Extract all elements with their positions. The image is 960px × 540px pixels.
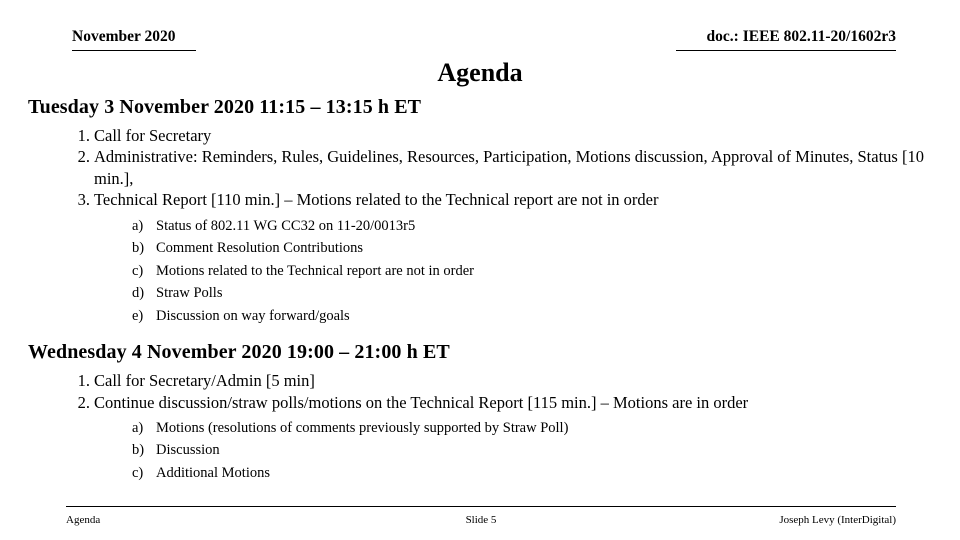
list-marker: b)	[132, 442, 145, 459]
header-doc-id: doc.: IEEE 802.11-20/1602r3	[706, 28, 896, 45]
list-text: Motions (resolutions of comments previou…	[156, 419, 569, 436]
slide-footer: Agenda Slide 5 Joseph Levy (InterDigital…	[66, 514, 896, 526]
list-text: Comment Resolution Contributions	[156, 240, 364, 257]
list-item: b) Discussion	[94, 439, 928, 461]
list-item: a) Motions (resolutions of comments prev…	[94, 417, 928, 439]
footer-slide-number: Slide 5	[465, 514, 497, 526]
list-marker: 3.	[77, 190, 90, 210]
list-text: Administrative: Reminders, Rules, Guidel…	[94, 147, 924, 188]
list-item: a) Status of 802.11 WG CC32 on 11-20/001…	[94, 215, 928, 237]
agenda-sublist: a) Motions (resolutions of comments prev…	[94, 417, 928, 484]
list-text: Technical Report [110 min.] – Motions re…	[94, 190, 659, 210]
footer-rule	[66, 506, 896, 507]
list-marker: a)	[132, 419, 144, 436]
list-marker: c)	[132, 262, 144, 279]
sublist-wrapper: a) Status of 802.11 WG CC32 on 11-20/001…	[94, 215, 928, 327]
list-marker: e)	[132, 307, 144, 324]
list-marker: 1.	[77, 371, 90, 391]
section-heading: Wednesday 4 November 2020 19:00 – 21:00 …	[28, 341, 450, 364]
header-rule-right	[676, 50, 896, 51]
list-item: d) Straw Polls	[94, 282, 928, 304]
list-text: Motions related to the Technical report …	[156, 262, 475, 279]
list-item: 1. Call for Secretary	[28, 125, 928, 146]
agenda-body: Tuesday 3 November 2020 11:15 – 13:15 h …	[28, 96, 928, 488]
list-marker: a)	[132, 217, 144, 234]
page-title: Agenda	[437, 58, 523, 87]
list-text: Additional Motions	[156, 464, 270, 481]
footer-author: Joseph Levy (InterDigital)	[779, 514, 896, 526]
list-marker: 2.	[77, 147, 90, 167]
list-marker: 1.	[77, 126, 90, 145]
agenda-sublist: a) Status of 802.11 WG CC32 on 11-20/001…	[94, 215, 928, 327]
list-item: c) Additional Motions	[94, 462, 928, 484]
sublist-wrapper: a) Motions (resolutions of comments prev…	[94, 417, 928, 484]
list-text: Discussion	[156, 442, 220, 459]
list-marker: 2.	[77, 392, 90, 412]
list-text: Continue discussion/straw polls/motions …	[94, 392, 749, 412]
slide-header: November 2020 doc.: IEEE 802.11-20/1602r…	[72, 28, 896, 46]
list-item: 2. Continue discussion/straw polls/motio…	[28, 392, 928, 485]
header-date: November 2020	[72, 28, 176, 45]
list-text: Discussion on way forward/goals	[156, 307, 350, 324]
header-rule-left	[72, 50, 196, 51]
agenda-list-wednesday: 1. Call for Secretary/Admin [5 min] 2. C…	[28, 370, 928, 484]
list-marker: c)	[132, 464, 144, 481]
agenda-list-tuesday: 1. Call for Secretary 2. Administrative:…	[28, 125, 928, 327]
agenda-section-tuesday: Tuesday 3 November 2020 11:15 – 13:15 h …	[28, 96, 928, 327]
list-item: 3. Technical Report [110 min.] – Motions…	[28, 189, 928, 327]
list-marker: d)	[132, 285, 145, 302]
list-item: 1. Call for Secretary/Admin [5 min]	[28, 370, 928, 391]
list-item: b) Comment Resolution Contributions	[94, 237, 928, 259]
list-item: c) Motions related to the Technical repo…	[94, 260, 928, 282]
list-item: e) Discussion on way forward/goals	[94, 305, 928, 327]
section-heading: Tuesday 3 November 2020 11:15 – 13:15 h …	[28, 96, 422, 118]
list-item: 2. Administrative: Reminders, Rules, Gui…	[28, 146, 928, 189]
slide: November 2020 doc.: IEEE 802.11-20/1602r…	[0, 0, 960, 540]
footer-left: Agenda	[66, 514, 101, 526]
list-text: Call for Secretary	[94, 126, 212, 145]
list-text: Straw Polls	[156, 285, 223, 302]
list-marker: b)	[132, 240, 145, 257]
agenda-section-wednesday: Wednesday 4 November 2020 19:00 – 21:00 …	[28, 341, 928, 484]
list-text: Status of 802.11 WG CC32 on 11-20/0013r5	[156, 217, 416, 234]
list-text: Call for Secretary/Admin [5 min]	[94, 371, 315, 391]
